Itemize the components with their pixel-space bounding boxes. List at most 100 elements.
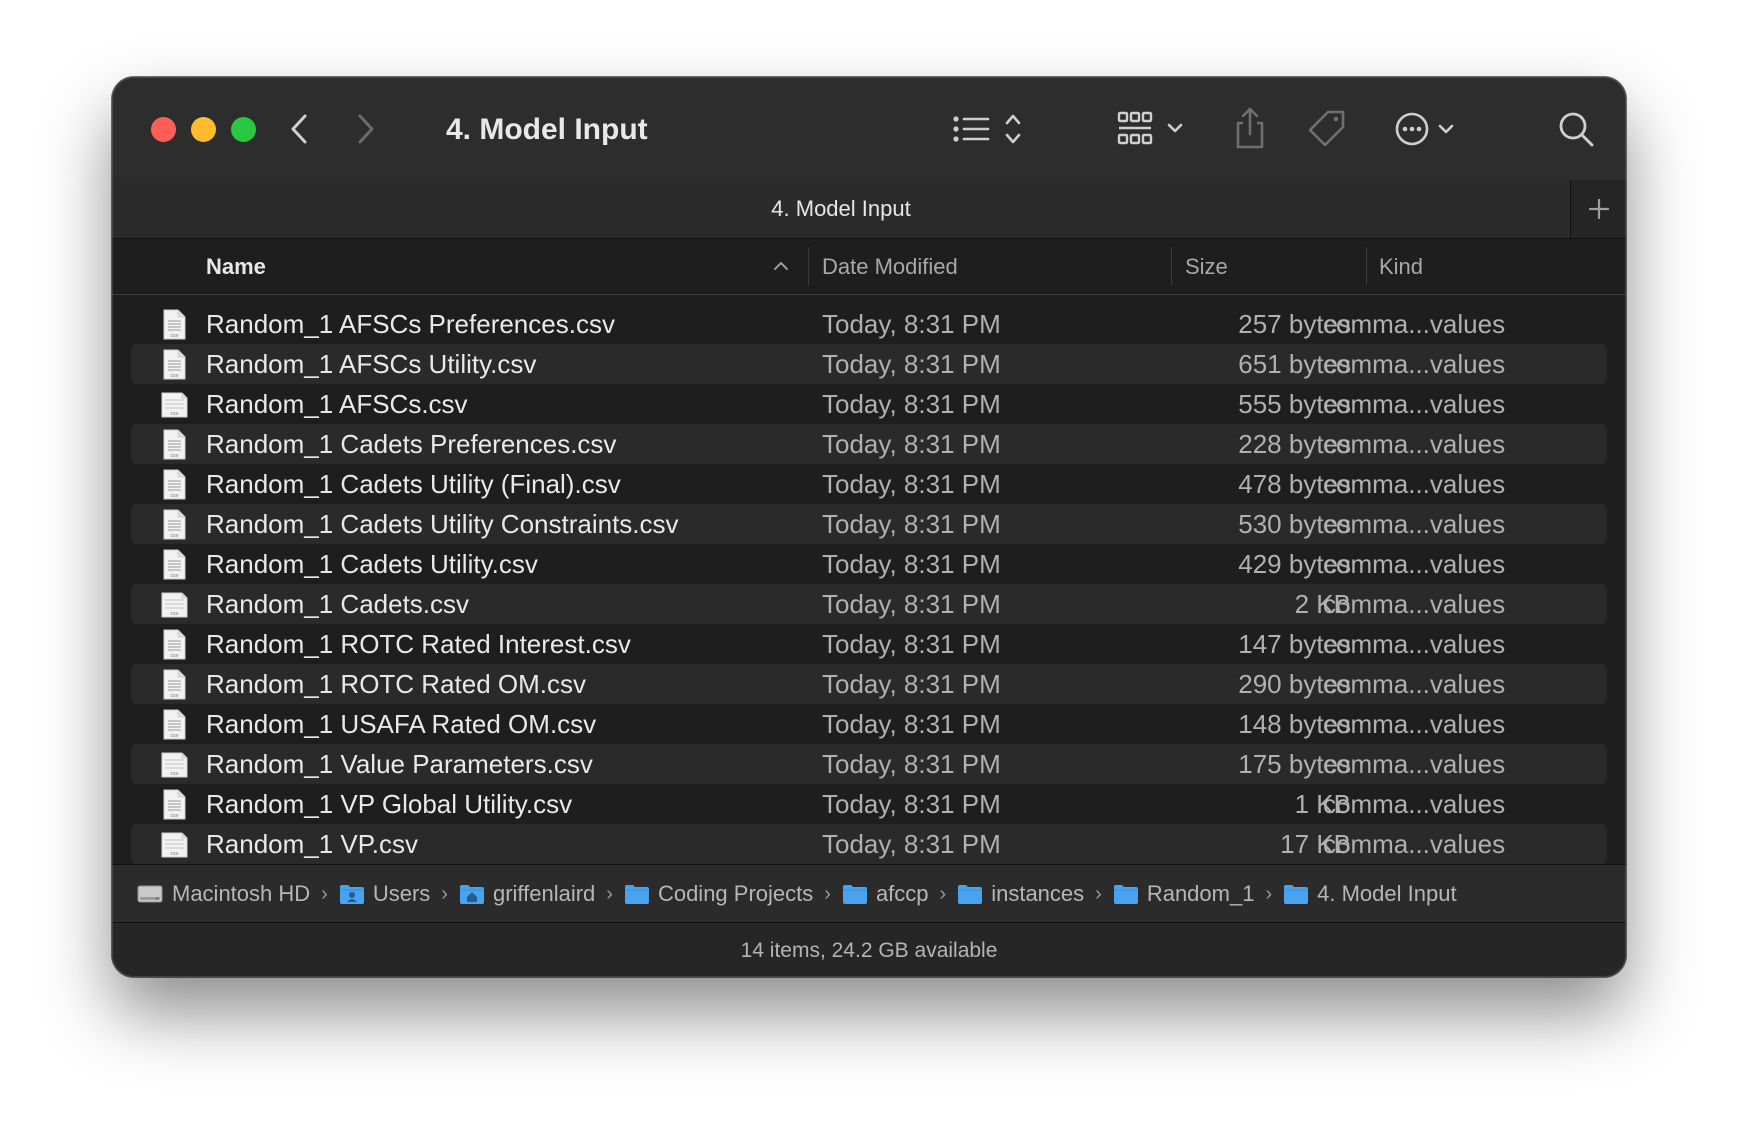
svg-text:csv: csv [170,813,178,819]
path-item-label: Random_1 [1146,881,1255,906]
svg-text:csv: csv [170,733,178,739]
svg-text:csv: csv [170,373,178,379]
column-separator[interactable] [808,247,809,285]
list-view-icon[interactable] [952,109,1028,149]
ellipsis-circle-icon[interactable] [1394,109,1470,149]
users-folder-icon [339,883,365,905]
file-name: Random_1 VP.csv [206,829,418,859]
file-name: Random_1 AFSCs Utility.csv [206,349,537,379]
file-kind: comma...values [1323,829,1506,859]
file-date: Today, 8:31 PM [822,829,1001,859]
chevron-right-icon[interactable] [349,107,383,151]
svg-text:csv: csv [170,573,178,579]
file-name: Random_1 Cadets Utility.csv [206,549,538,579]
new-tab-button[interactable] [1570,180,1626,238]
folder-icon [624,883,650,905]
file-name: Random_1 Cadets Utility (Final).csv [206,469,621,499]
zoom-button[interactable] [231,117,256,142]
file-date: Today, 8:31 PM [822,549,1001,579]
column-header-date-modified[interactable]: Date Modified [822,239,958,294]
file-date: Today, 8:31 PM [822,389,1001,419]
file-row[interactable]: csv Random_1 ROTC Rated OM.csv Today, 8:… [131,664,1607,704]
path-item-label: Users [372,881,431,906]
file-kind: comma...values [1323,669,1506,699]
search-icon[interactable] [1554,107,1598,151]
svg-text:csv: csv [170,533,178,539]
file-row[interactable]: csv Random_1 AFSCs Utility.csv Today, 8:… [131,344,1607,384]
folder-icon [1283,883,1309,905]
tab-model-input[interactable]: 4. Model Input [112,180,1570,238]
file-row[interactable]: csv Random_1 VP.csv Today, 8:31 PM 17 KB… [131,824,1607,864]
csv-file-icon: csv [161,829,188,860]
tab-label: 4. Model Input [771,196,911,221]
file-date: Today, 8:31 PM [822,349,1001,379]
file-date: Today, 8:31 PM [822,789,1001,819]
sort-ascending-icon [772,257,790,280]
file-row[interactable]: csv Random_1 Cadets.csv Today, 8:31 PM 2… [131,584,1607,624]
chevron-right-icon: › [939,882,947,905]
file-row[interactable]: csv Random_1 Cadets Utility.csv Today, 8… [131,544,1607,584]
file-row[interactable]: csv Random_1 Value Parameters.csv Today,… [131,744,1607,784]
file-row[interactable]: csv Random_1 Cadets Preferences.csv Toda… [131,424,1607,464]
minimize-button[interactable] [191,117,216,142]
file-row[interactable]: csv Random_1 AFSCs.csv Today, 8:31 PM 55… [131,384,1607,424]
column-header: Name Date Modified Size Kind [112,239,1626,295]
status-text: 14 items, 24.2 GB available [740,938,998,962]
csv-file-icon: csv [161,789,188,820]
file-kind: comma...values [1323,389,1506,419]
file-row[interactable]: csv Random_1 VP Global Utility.csv Today… [131,784,1607,824]
csv-file-icon: csv [161,429,188,460]
file-kind: comma...values [1323,429,1506,459]
share-icon[interactable] [1230,103,1270,153]
file-name: Random_1 Value Parameters.csv [206,749,593,779]
svg-text:csv: csv [170,493,178,499]
finder-window: 4. Model Input 4. Model Input Name Date … [112,77,1626,977]
file-row[interactable]: csv Random_1 ROTC Rated Interest.csv Tod… [131,624,1607,664]
path-item-griffenlaird[interactable]: griffenlaird [459,881,595,907]
file-kind: comma...values [1323,349,1506,379]
chevron-left-icon[interactable] [282,107,316,151]
path-item-users[interactable]: Users [339,881,430,907]
path-item-random-1[interactable]: Random_1 [1113,881,1255,907]
file-date: Today, 8:31 PM [822,509,1001,539]
csv-file-icon: csv [161,509,188,540]
file-kind: comma...values [1323,789,1506,819]
file-name: Random_1 AFSCs Preferences.csv [206,309,615,339]
status-bar: 14 items, 24.2 GB available [112,922,1626,977]
file-row[interactable]: csv Random_1 Cadets Utility Constraints.… [131,504,1607,544]
file-name: Random_1 ROTC Rated Interest.csv [206,629,631,659]
file-row[interactable]: csv Random_1 USAFA Rated OM.csv Today, 8… [131,704,1607,744]
path-item-coding-projects[interactable]: Coding Projects [624,881,813,907]
csv-file-icon: csv [161,389,188,420]
svg-text:csv: csv [170,771,178,777]
file-name: Random_1 VP Global Utility.csv [206,789,573,819]
file-row[interactable]: csv Random_1 Cadets Utility (Final).csv … [131,464,1607,504]
file-date: Today, 8:31 PM [822,429,1001,459]
column-header-name[interactable]: Name [206,239,266,294]
file-row[interactable]: csv Random_1 AFSCs Preferences.csv Today… [131,304,1607,344]
plus-icon [1588,198,1610,220]
path-item-model-input[interactable]: 4. Model Input [1283,881,1457,907]
file-date: Today, 8:31 PM [822,669,1001,699]
close-button[interactable] [151,117,176,142]
grid-view-icon[interactable] [1117,107,1193,151]
column-separator[interactable] [1366,247,1367,285]
file-kind: comma...values [1323,509,1506,539]
svg-text:csv: csv [170,333,178,339]
tag-icon[interactable] [1305,107,1349,151]
column-header-size[interactable]: Size [1185,239,1228,294]
csv-file-icon: csv [161,589,188,620]
csv-file-icon: csv [161,709,188,740]
csv-file-icon: csv [161,469,188,500]
file-kind: comma...values [1323,309,1506,339]
column-separator[interactable] [1171,247,1172,285]
csv-file-icon: csv [161,309,188,340]
csv-file-icon: csv [161,669,188,700]
path-item-instances[interactable]: instances [957,881,1084,907]
path-item-label: Coding Projects [657,881,814,906]
column-header-kind[interactable]: Kind [1379,239,1423,294]
chevron-right-icon: › [321,882,328,905]
path-item-macintosh-hd[interactable]: Macintosh HD [136,881,310,907]
path-item-label: instances [991,881,1085,906]
path-item-afccp[interactable]: afccp [842,881,929,907]
